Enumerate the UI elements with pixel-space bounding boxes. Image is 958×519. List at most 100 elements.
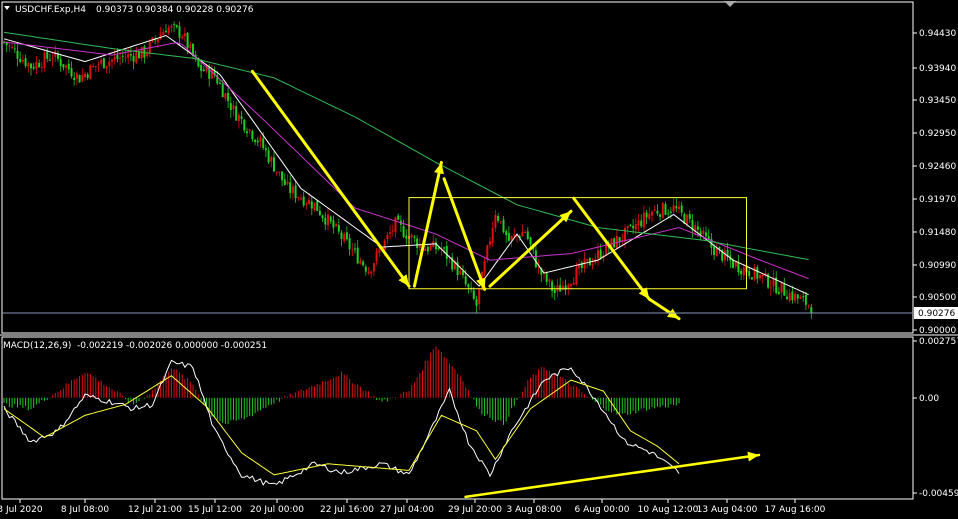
candle-body [108,61,111,67]
candle-body [626,225,629,229]
candle-body [256,140,259,143]
candle-body [210,68,213,79]
candle-body [92,65,95,68]
candle-body [383,240,386,251]
candle-body [183,33,186,37]
candle-body [675,206,678,209]
candle-body [84,73,86,78]
current-price-label: 0.90276 [918,309,955,319]
candle-body [246,131,248,134]
candle-body [632,225,635,229]
candle-body [16,50,19,59]
candle-body [734,261,737,267]
candle-body [753,266,756,280]
candle-body [389,232,392,234]
candle-body [494,214,497,228]
candle-body [732,259,734,268]
candle-body [316,200,319,211]
candle-body [513,234,516,236]
candle-body [343,234,346,241]
range-box [408,197,747,290]
time-axis-label: 22 Jul 16:00 [320,505,374,515]
candle-body [391,230,394,232]
candle-body [297,197,300,199]
candle-body [281,171,284,181]
candle-body [497,215,500,221]
time-axis-label: 6 Aug 00:00 [575,505,630,515]
candle-body [308,199,311,205]
price-axis-label: 0.90000 [919,326,956,336]
candle-body [618,237,621,242]
candle-body [116,55,119,60]
candle-body [651,211,653,216]
candle-body [599,249,602,259]
candle-body [227,92,230,102]
time-axis-label: 3 Aug 08:00 [507,505,562,515]
candle-body [129,54,132,56]
candle-body [275,171,278,173]
candle-body [740,270,743,275]
candle-body [70,68,73,77]
candle-body [186,32,189,49]
price-axis-label: 0.92460 [919,162,956,172]
symbol-label: USDCHF.Exp,H4 [15,5,86,15]
candle-body [165,30,167,33]
price-axis-label: 0.94430 [919,29,956,39]
candle-body [807,305,810,307]
candle-body [567,284,570,289]
candle-body [359,260,362,264]
candle-body [551,281,554,292]
trend-arrow [412,160,444,288]
trading-chart[interactable]: 0.94430 0.93940 0.93450 0.92950 0.92460 0.919… [0,0,958,519]
candle-body [156,39,159,43]
candle-body [200,64,203,71]
candle-body [634,224,637,230]
price-axis-label: 0.93450 [919,96,956,106]
candle-body [699,231,702,235]
macd-pane-border [1,336,914,500]
candle-body [8,45,11,47]
time-axis-label: 10 Aug 12:00 [638,505,699,515]
price-pane[interactable] [3,21,813,321]
candle-body [472,290,475,299]
candle-body [756,267,759,279]
candle-body [653,209,656,211]
candle-body [364,266,367,272]
candle-body [259,137,262,142]
candle-body [202,69,205,71]
candle-body [100,59,103,64]
candle-body [510,235,513,241]
candle-body [424,248,427,251]
candle-body [67,63,70,70]
arrow-head [747,451,759,462]
macd-pane[interactable] [3,346,761,499]
candle-body [337,224,340,232]
candle-body [723,250,726,261]
candle-body [788,292,791,301]
candle-body [521,232,524,237]
candle-body [248,129,251,132]
candle-body [24,58,27,67]
candle-body [224,93,227,99]
candle-body [286,181,289,184]
arrow-shaft [250,69,411,288]
candle-body [264,148,267,151]
candle-body [397,215,400,220]
candle-body [529,237,532,245]
chart-header: USDCHF.Exp,H4 0.90373 0.90384 0.90228 0.… [3,1,736,351]
price-axis-label: 0.92950 [919,129,956,139]
candle-body [483,261,486,274]
candle-body [111,59,113,62]
candle-body [291,186,294,194]
candle-body [335,224,338,226]
candle-body [667,213,670,215]
one-click-trading-icon[interactable] [724,1,736,7]
collapse-triangle-icon[interactable] [4,6,10,10]
candle-body [356,247,359,264]
candle-body [27,63,30,67]
macd-axis-label: 0.002757 [919,337,958,347]
candle-body [127,53,130,58]
candle-body [35,61,38,69]
candle-body [62,64,65,68]
candle-body [661,202,664,218]
